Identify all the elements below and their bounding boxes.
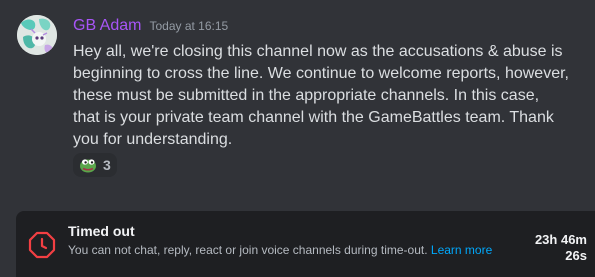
username[interactable]: GB Adam bbox=[73, 17, 141, 35]
message-line: beginning to cross the line. We continue… bbox=[73, 65, 569, 82]
chat-message: GB Adam Today at 16:15 Hey all, we're cl… bbox=[0, 0, 595, 185]
timeout-countdown: 23h 46m 26s bbox=[507, 232, 587, 264]
message-content: Hey all, we're closing this channel now … bbox=[73, 41, 573, 151]
timeout-clock-icon bbox=[28, 231, 56, 259]
countdown-seconds: 26s bbox=[565, 248, 587, 263]
avatar-image bbox=[17, 15, 57, 55]
reaction-count: 3 bbox=[103, 157, 111, 173]
message-line: these must be submitted in the appropria… bbox=[73, 87, 540, 104]
message-line: you for understanding. bbox=[73, 131, 233, 148]
timeout-title: Timed out bbox=[68, 223, 135, 239]
message-line: that is your private team channel with t… bbox=[73, 109, 554, 126]
pepe-frog-emoji-icon bbox=[80, 159, 96, 173]
timeout-description: You can not chat, reply, react or join v… bbox=[68, 243, 518, 258]
countdown-hours-minutes: 23h 46m bbox=[534, 232, 587, 247]
timestamp: Today at 16:15 bbox=[149, 19, 229, 33]
timeout-notice: Timed out You can not chat, reply, react… bbox=[16, 211, 595, 277]
message-header: GB Adam Today at 16:15 bbox=[73, 17, 228, 39]
learn-more-link[interactable]: Learn more bbox=[431, 243, 492, 257]
message-line: Hey all, we're closing this channel now … bbox=[73, 43, 563, 60]
avatar[interactable] bbox=[17, 15, 57, 55]
reaction-button[interactable]: 3 bbox=[73, 153, 117, 177]
timeout-description-text: You can not chat, reply, react or join v… bbox=[68, 243, 428, 257]
